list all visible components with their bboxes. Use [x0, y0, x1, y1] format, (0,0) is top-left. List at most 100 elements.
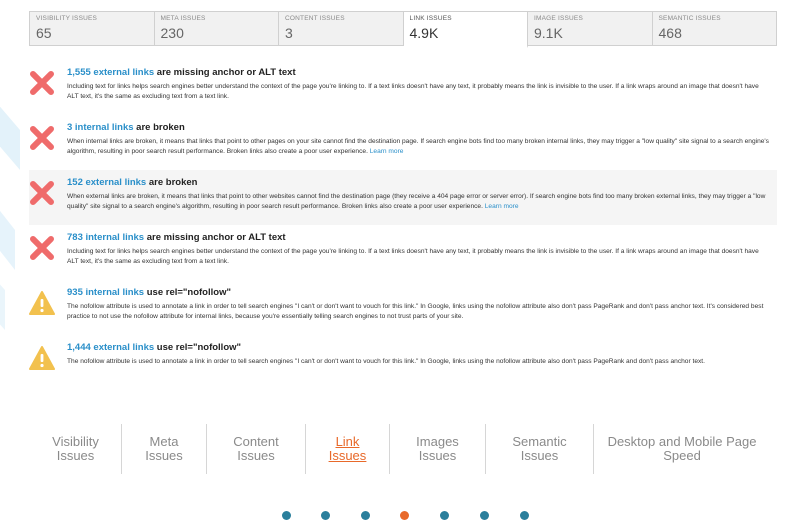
link-issues-list: 1,555 external links are missing anchor …	[29, 60, 777, 390]
tab-count: 3	[285, 25, 293, 41]
tab-label: LINK ISSUES	[409, 15, 452, 22]
nav-label-line2: Issues	[328, 448, 367, 463]
tab-label: CONTENT ISSUES	[285, 15, 345, 22]
issue-title-text: are broken	[133, 122, 185, 133]
nav-label: Content Issues	[233, 435, 279, 463]
nav-page-speed[interactable]: Desktop and Mobile Page Speed	[594, 424, 770, 474]
tab-label: SEMANTIC ISSUES	[658, 15, 721, 22]
nav-label-line1: Content	[233, 434, 279, 449]
nav-semantic-issues[interactable]: Semantic Issues	[486, 424, 594, 474]
issue-description: The nofollow attribute is used to annota…	[67, 357, 771, 367]
issue-item: 1,555 external links are missing anchor …	[29, 60, 777, 115]
nav-label-line2: Issues	[145, 448, 183, 463]
carousel-dot[interactable]	[520, 511, 529, 520]
nav-label-line1: Semantic	[512, 434, 567, 449]
issue-description-text: When external links are broken, it means…	[67, 193, 766, 210]
issue-category-tabs: VISIBILITY ISSUES 65 META ISSUES 230 CON…	[29, 11, 777, 48]
error-x-icon	[30, 236, 54, 260]
tab-semantic-issues[interactable]: SEMANTIC ISSUES 468	[653, 12, 777, 45]
nav-label-line2: Issues	[237, 448, 275, 463]
issue-title-text: use rel="nofollow"	[154, 342, 242, 353]
issue-title: 1,555 external links are missing anchor …	[67, 66, 771, 79]
tab-count: 4.9K	[409, 25, 439, 41]
tab-count: 65	[36, 25, 52, 41]
issue-item: 152 external links are broken When exter…	[29, 170, 777, 225]
warning-triangle-icon	[29, 346, 55, 370]
carousel-dot[interactable]	[480, 511, 489, 520]
error-x-icon	[30, 181, 54, 205]
issue-description-text: Including text for links helps search en…	[67, 83, 759, 100]
tab-image-issues[interactable]: IMAGE ISSUES 9.1K	[528, 12, 653, 45]
issue-count-link[interactable]: 1,444 external links	[67, 342, 154, 353]
issue-count-link[interactable]: 152 external links	[67, 177, 146, 188]
tab-count: 468	[658, 25, 682, 41]
issue-description-text: The nofollow attribute is used to annota…	[67, 303, 764, 320]
tab-link-issues[interactable]: LINK ISSUES 4.9K	[403, 12, 528, 48]
issue-description: Including text for links helps search en…	[67, 82, 771, 102]
nav-label-line2: Issues	[418, 448, 457, 463]
issue-item: 3 internal links are broken When interna…	[29, 115, 777, 170]
nav-label-line1: Meta	[149, 434, 179, 449]
issue-title: 152 external links are broken	[67, 176, 771, 189]
issue-title: 3 internal links are broken	[67, 121, 771, 134]
tab-label: IMAGE ISSUES	[534, 15, 583, 22]
carousel-dot[interactable]	[361, 511, 370, 520]
nav-label-line1: Desktop and Mobile Page	[607, 434, 757, 449]
tab-label: META ISSUES	[160, 15, 206, 22]
issue-item: 1,444 external links use rel="nofollow" …	[29, 335, 777, 390]
issue-title-text: are broken	[146, 177, 198, 188]
issue-count-link[interactable]: 1,555 external links	[67, 67, 154, 78]
issue-description: Including text for links helps search en…	[67, 247, 771, 267]
issue-count-link[interactable]: 935 internal links	[67, 287, 144, 298]
tab-content-issues[interactable]: CONTENT ISSUES 3	[279, 12, 404, 45]
nav-meta-issues[interactable]: Meta Issues	[122, 424, 207, 474]
learn-more-link[interactable]: Learn more	[485, 203, 519, 210]
issue-count-link[interactable]: 3 internal links	[67, 122, 134, 133]
issue-count-link[interactable]: 783 internal links	[67, 232, 144, 243]
carousel-dot-active[interactable]	[400, 511, 409, 520]
tab-count: 230	[160, 25, 184, 41]
nav-label-line2: Speed	[663, 448, 701, 463]
error-x-icon	[30, 126, 54, 150]
nav-label-line1: Visibility	[52, 434, 99, 449]
issue-title: 1,444 external links use rel="nofollow"	[67, 341, 771, 354]
nav-label-line1: Images	[416, 434, 459, 449]
nav-label: Visibility Issues	[52, 435, 99, 463]
carousel-dot[interactable]	[282, 511, 291, 520]
issue-title-text: use rel="nofollow"	[144, 287, 231, 298]
issue-title-text: are missing anchor or ALT text	[144, 232, 286, 243]
error-x-icon	[30, 71, 54, 95]
nav-visibility-issues[interactable]: Visibility Issues	[30, 424, 122, 474]
issue-category-nav: Visibility Issues Meta Issues Content Issue…	[30, 424, 770, 474]
tab-visibility-issues[interactable]: VISIBILITY ISSUES 65	[30, 12, 155, 45]
carousel-dot[interactable]	[321, 511, 330, 520]
warning-triangle-icon	[29, 291, 55, 315]
issue-description: When external links are broken, it means…	[67, 192, 771, 212]
tab-label: VISIBILITY ISSUES	[36, 15, 98, 22]
issue-item: 935 internal links use rel="nofollow" Th…	[29, 280, 777, 335]
issue-title-text: are missing anchor or ALT text	[154, 67, 296, 78]
carousel-pagination	[0, 511, 800, 521]
learn-more-link[interactable]: Learn more	[370, 148, 404, 155]
carousel-dot[interactable]	[440, 511, 449, 520]
nav-label-line2: Issues	[56, 448, 95, 463]
tab-meta-issues[interactable]: META ISSUES 230	[155, 12, 279, 45]
issue-description: The nofollow attribute is used to annota…	[67, 302, 771, 322]
issue-title: 935 internal links use rel="nofollow"	[67, 286, 771, 299]
issue-description-text: Including text for links helps search en…	[67, 248, 759, 265]
nav-label-line1: Link	[335, 434, 360, 449]
issue-title: 783 internal links are missing anchor or…	[67, 231, 771, 244]
nav-label: Images Issues	[416, 435, 459, 463]
tab-count: 9.1K	[534, 25, 563, 41]
nav-label: Desktop and Mobile Page Speed	[608, 435, 757, 463]
nav-images-issues[interactable]: Images Issues	[390, 424, 486, 474]
nav-content-issues[interactable]: Content Issues	[207, 424, 306, 474]
nav-label: Semantic Issues	[512, 435, 566, 463]
nav-label-line2: Issues	[520, 448, 559, 463]
nav-label: Link Issues	[329, 435, 367, 463]
issue-description-text: When internal links are broken, it means…	[67, 138, 769, 155]
issue-item: 783 internal links are missing anchor or…	[29, 225, 777, 280]
nav-link-issues[interactable]: Link Issues	[306, 424, 390, 474]
nav-label: Meta Issues	[145, 435, 183, 463]
issue-description-text: The nofollow attribute is used to annota…	[67, 358, 705, 365]
